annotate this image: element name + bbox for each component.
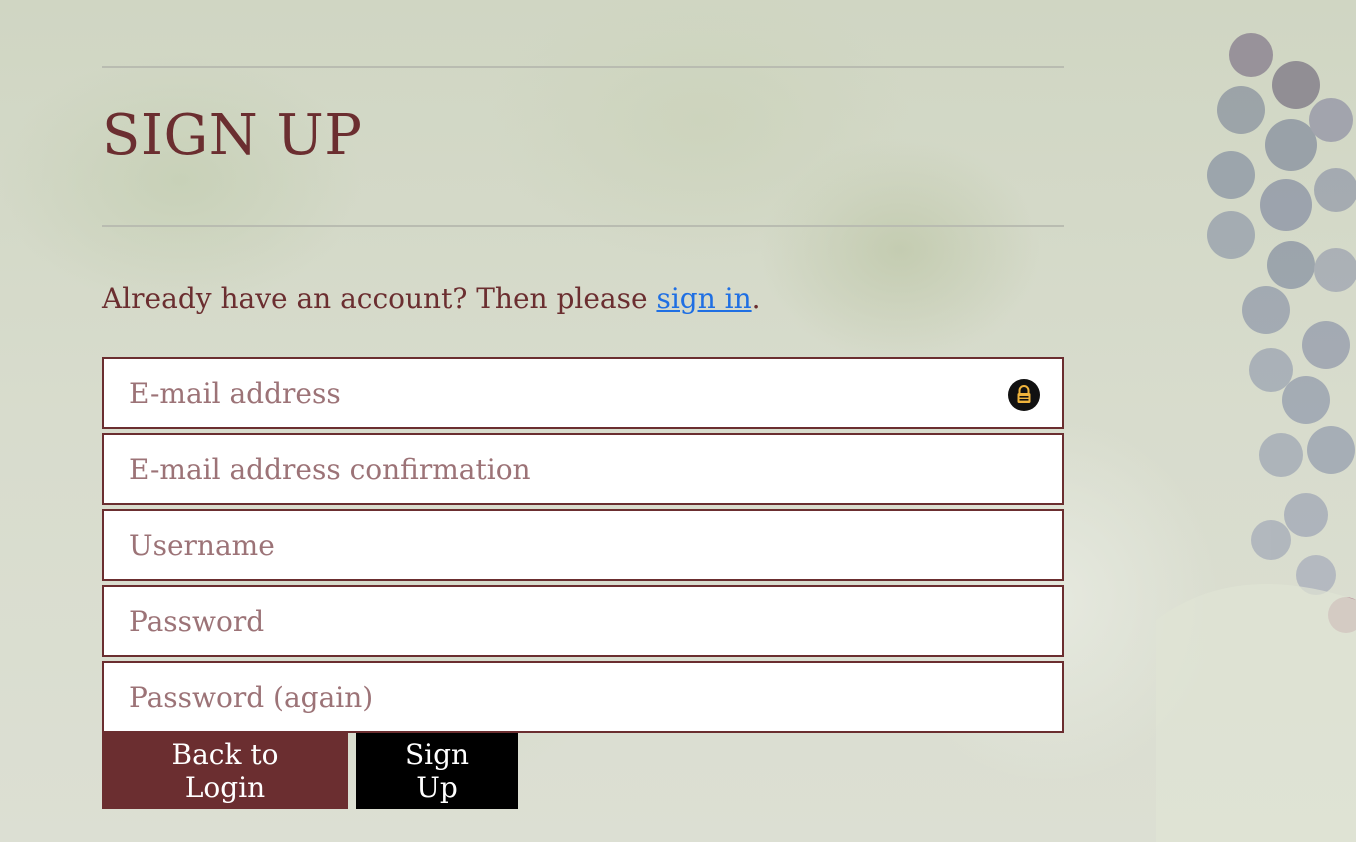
signup-form: Back to Login Sign Up <box>102 357 1064 809</box>
email-confirmation-field-wrapper <box>102 433 1064 505</box>
title-divider <box>102 225 1064 227</box>
email-field-wrapper <box>102 357 1064 429</box>
signin-prompt-end: . <box>751 282 761 315</box>
page-title: SIGN UP <box>102 103 363 168</box>
username-field[interactable] <box>104 511 1062 579</box>
grapes-decoration <box>1156 33 1356 842</box>
signin-prompt: Already have an account? Then please sig… <box>102 279 1064 319</box>
username-field-wrapper <box>102 509 1064 581</box>
sign-in-link[interactable]: sign in <box>656 282 751 315</box>
back-to-login-button[interactable]: Back to Login <box>102 733 348 809</box>
form-actions: Back to Login Sign Up <box>102 733 1064 809</box>
signin-prompt-text: Already have an account? Then please <box>102 282 657 315</box>
password-field-wrapper <box>102 585 1064 657</box>
sign-up-button[interactable]: Sign Up <box>356 733 518 809</box>
password-again-field-wrapper <box>102 661 1064 733</box>
password-field[interactable] <box>104 587 1062 655</box>
email-field[interactable] <box>104 359 1062 427</box>
email-confirmation-field[interactable] <box>104 435 1062 503</box>
password-again-field[interactable] <box>104 663 1062 731</box>
signup-card: SIGN UP Already have an account? Then pl… <box>102 66 1064 809</box>
lock-icon[interactable] <box>1008 379 1040 411</box>
